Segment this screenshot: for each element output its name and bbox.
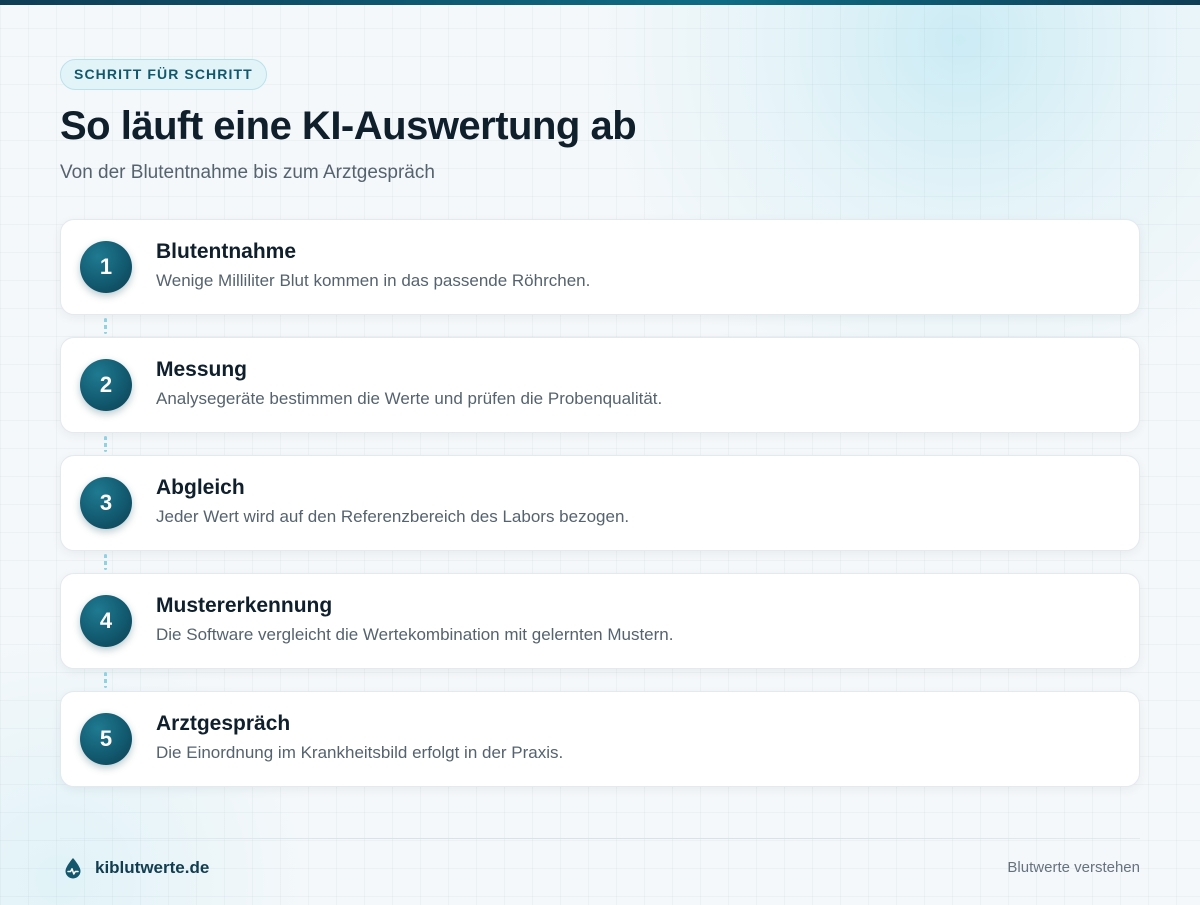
step-number-badge: 2	[80, 359, 132, 411]
eyebrow-badge: SCHRITT FÜR SCHRITT	[60, 59, 267, 90]
step-number-badge: 5	[80, 713, 132, 765]
step-card: 2 Messung Analysegeräte bestimmen die We…	[60, 337, 1140, 433]
brand-name: kiblutwerte.de	[95, 858, 210, 877]
step-description: Wenige Milliliter Blut kommen in das pas…	[156, 271, 591, 290]
step-number-badge: 3	[80, 477, 132, 529]
page-title: So läuft eine KI-Auswertung ab	[60, 104, 637, 148]
step-description: Analysegeräte bestimmen die Werte und pr…	[156, 389, 663, 408]
infographic: SCHRITT FÜR SCHRITT So läuft eine KI-Aus…	[0, 0, 1200, 905]
step-card: 1 Blutentnahme Wenige Milliliter Blut ko…	[60, 219, 1140, 315]
step-title: Blutentnahme	[156, 240, 297, 263]
step-description: Jeder Wert wird auf den Referenzbereich …	[156, 507, 630, 526]
step-title: Mustererkennung	[156, 594, 333, 617]
step-connector	[104, 318, 107, 334]
step-number-badge: 4	[80, 595, 132, 647]
step-card: 3 Abgleich Jeder Wert wird auf den Refer…	[60, 455, 1140, 551]
blood-drop-icon	[65, 858, 81, 879]
step-card: 5 Arztgespräch Die Einordnung im Krankhe…	[60, 691, 1140, 787]
step-number-badge: 1	[80, 241, 132, 293]
step-connector	[104, 554, 107, 570]
step-description: Die Software vergleicht die Wertekombina…	[156, 625, 674, 644]
step-title: Abgleich	[156, 476, 245, 499]
step-description: Die Einordnung im Krankheitsbild erfolgt…	[156, 743, 564, 762]
step-connector	[104, 436, 107, 452]
step-title: Messung	[156, 358, 248, 381]
step-title: Arztgespräch	[156, 712, 291, 735]
footer-tagline: Blutwerte verstehen	[1007, 859, 1140, 876]
footer-brand: kiblutwerte.de	[64, 856, 209, 880]
page-subtitle: Von der Blutentnahme bis zum Arztgespräc…	[60, 162, 435, 183]
footer-divider	[60, 838, 1140, 839]
step-card: 4 Mustererkennung Die Software vergleich…	[60, 573, 1140, 669]
step-connector	[104, 672, 107, 688]
